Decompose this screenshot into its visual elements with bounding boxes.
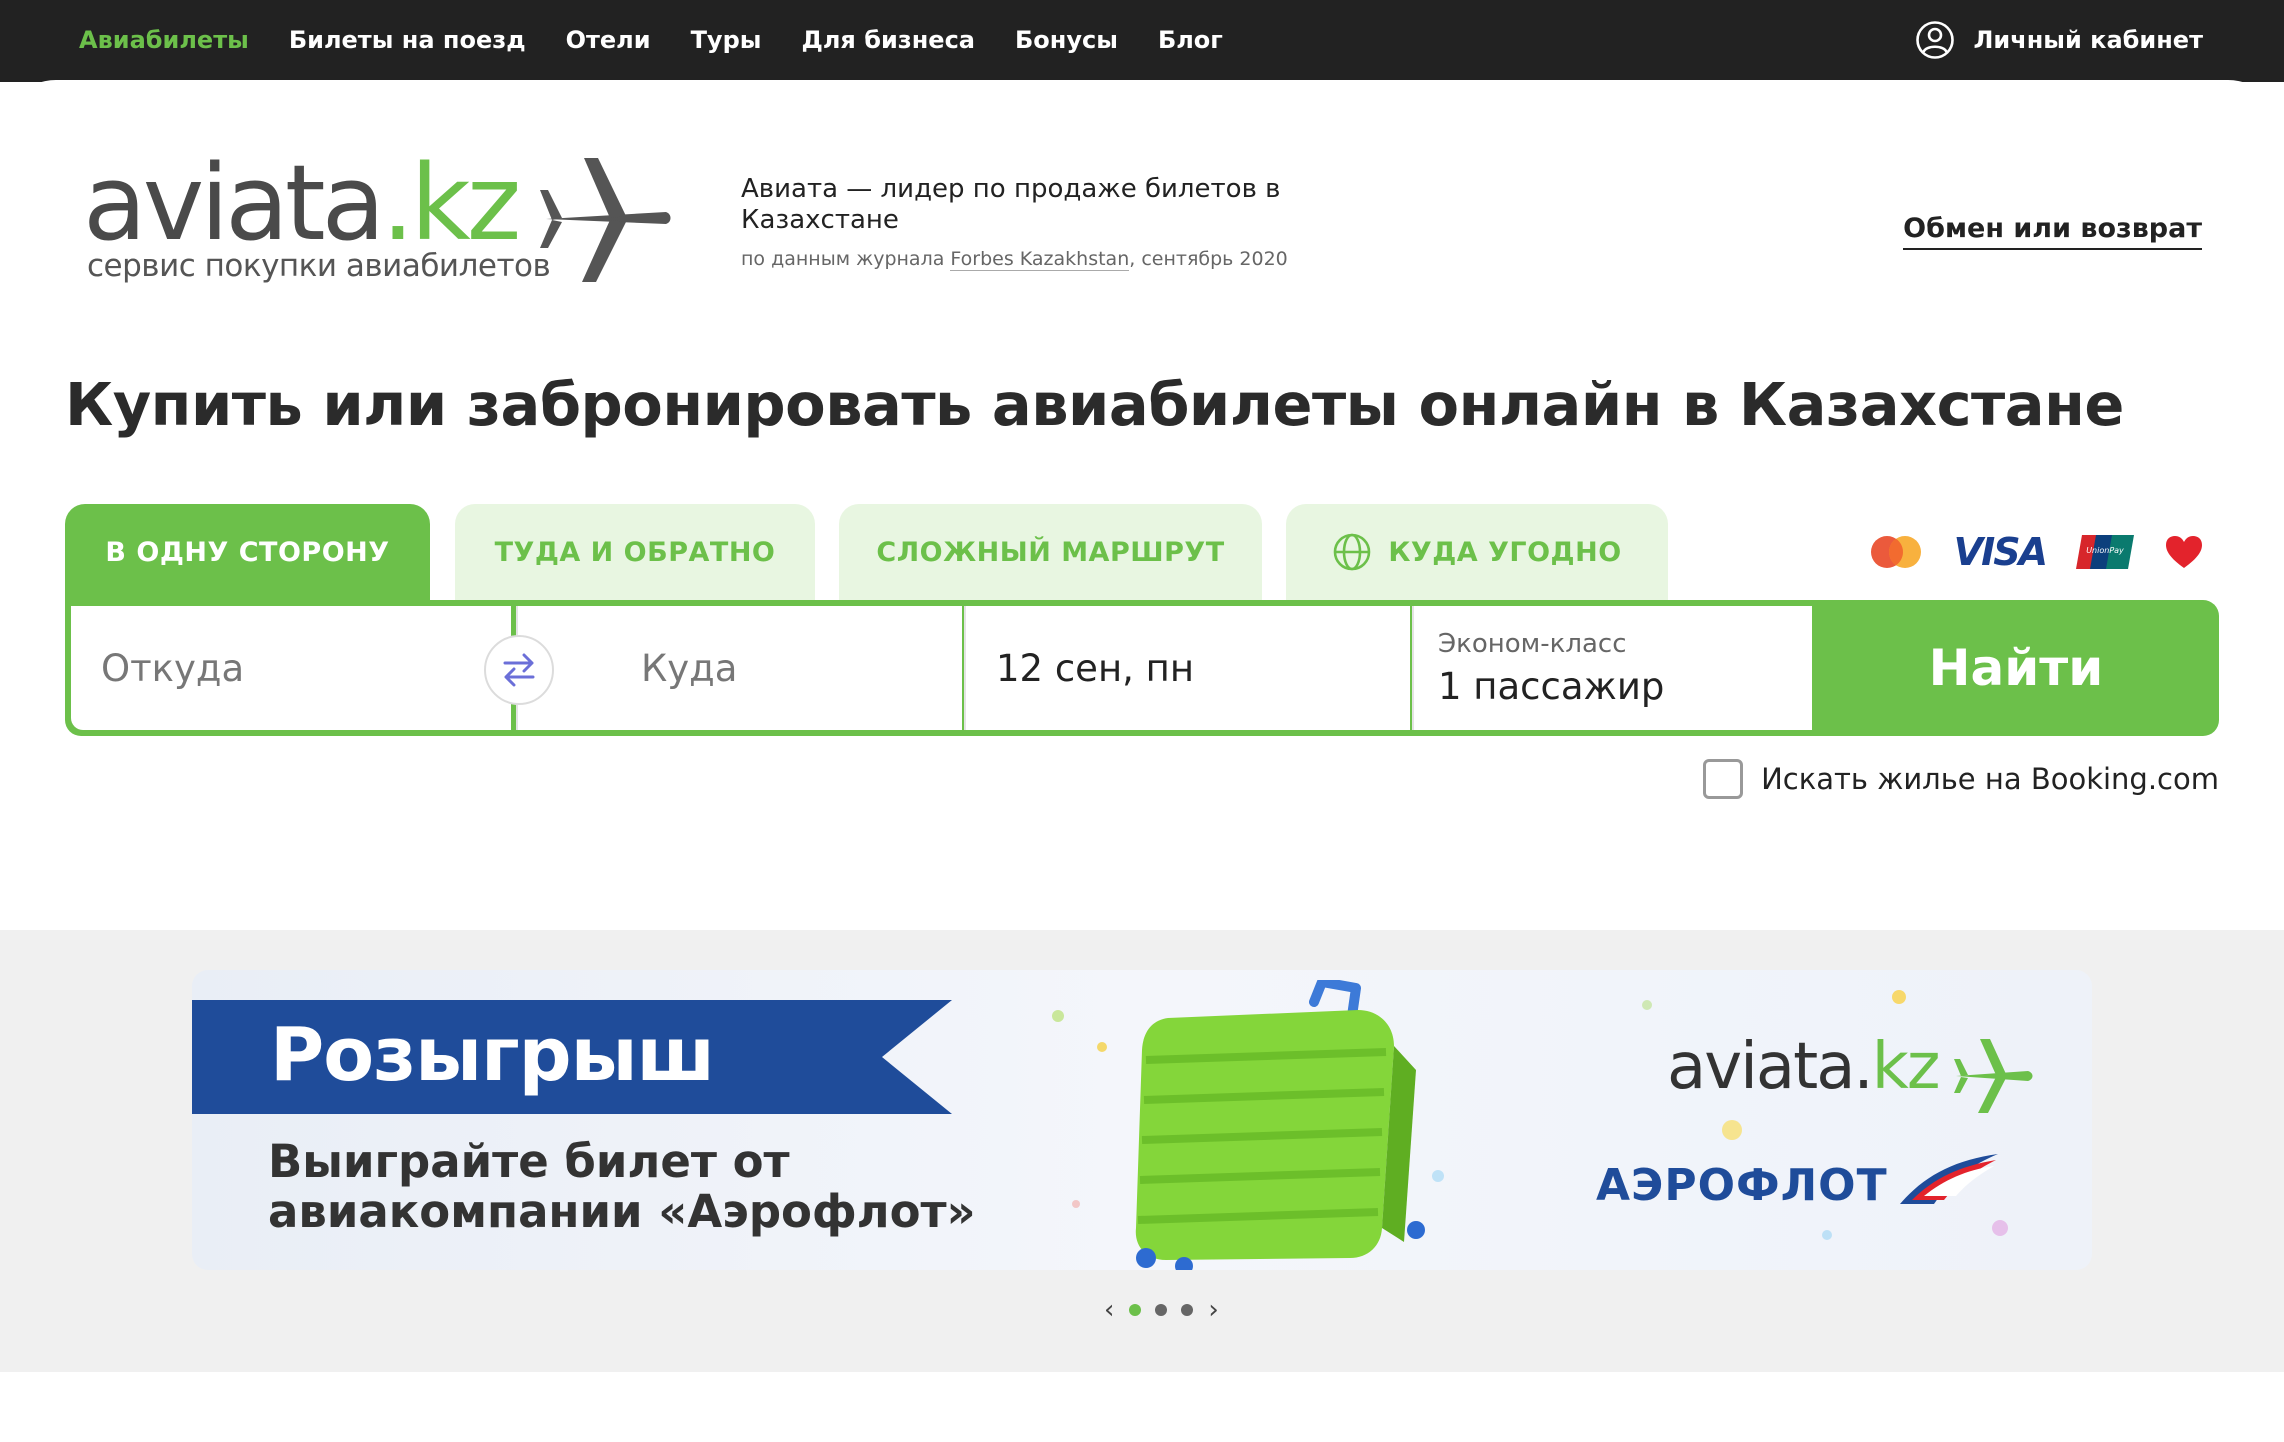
- exchange-return-link[interactable]: Обмен или возврат: [1903, 212, 2202, 250]
- carousel-prev-icon[interactable]: ‹: [1104, 1297, 1114, 1323]
- search-bar: Откуда Куда 12 сен, пн Эконом-класс 1 па…: [65, 600, 2219, 736]
- banner-airplane-icon: [1954, 1039, 2033, 1113]
- site-logo[interactable]: aviata.kz сервис покупки авиабилетов: [83, 148, 683, 298]
- user-circle-icon: [1916, 21, 1955, 59]
- passengers-value: 1 пассажир: [1438, 664, 1665, 708]
- date-value: 12 сен, пн: [996, 646, 1195, 690]
- unionpay-icon: UnionPay: [2076, 535, 2134, 569]
- lead-source: по данным журнала Forbes Kazakhstan, сен…: [741, 248, 1341, 271]
- logo-wordmark: aviata.kz: [83, 148, 521, 258]
- tab-round-trip-label: ТУДА И ОБРАТНО: [494, 536, 776, 568]
- nav-item-business[interactable]: Для бизнеса: [801, 0, 975, 80]
- booking-checkbox[interactable]: [1703, 759, 1744, 799]
- payment-logos: VISA UnionPay: [1838, 530, 2204, 574]
- from-field[interactable]: Откуда: [71, 606, 511, 730]
- tab-anywhere[interactable]: КУДА УГОДНО: [1286, 504, 1668, 600]
- tab-multi-city-label: СЛОЖНЫЙ МАРШРУТ: [876, 536, 1225, 568]
- top-navigation: Авиабилеты Билеты на поезд Отели Туры Дл…: [0, 0, 2284, 82]
- promo-subtitle-line1: Выиграйте билет от: [268, 1135, 790, 1188]
- heart-icon[interactable]: [2164, 534, 2204, 570]
- carousel-pager: ‹ ›: [1096, 1297, 1227, 1323]
- date-field[interactable]: 12 сен, пн: [964, 606, 1410, 730]
- unionpay-text: UnionPay: [2086, 546, 2124, 555]
- logo-name: aviata: [83, 142, 385, 264]
- swap-button[interactable]: [484, 635, 554, 705]
- logo-tld: kz: [410, 142, 521, 264]
- lead-source-suffix: , сентябрь 2020: [1129, 248, 1288, 270]
- nav-item-trains[interactable]: Билеты на поезд: [289, 0, 526, 80]
- banner-aviata-logo: aviata.kz: [1667, 1030, 1941, 1104]
- promo-subtitle-line2: авиакомпании «Аэрофлот»: [268, 1185, 976, 1238]
- suitcase-illustration: [1135, 980, 1425, 1270]
- page-title: Купить или забронировать авиабилеты онла…: [65, 370, 2124, 439]
- banner-logo-name: aviata.: [1667, 1030, 1874, 1104]
- promo-banner[interactable]: Розыгрыш Выиграйте билет от авиакомпании…: [192, 970, 2092, 1270]
- booking-checkbox-label: Искать жилье на Booking.com: [1761, 762, 2219, 796]
- visa-icon: VISA: [1953, 530, 2048, 574]
- nav-item-flights[interactable]: Авиабилеты: [79, 0, 249, 80]
- find-button[interactable]: Найти: [1813, 600, 2219, 736]
- carousel-dot[interactable]: [1155, 1304, 1168, 1316]
- nav-item-hotels[interactable]: Отели: [566, 0, 651, 80]
- promo-subtitle: Выиграйте билет от авиакомпании «Аэрофло…: [268, 1137, 976, 1237]
- logo-tagline: сервис покупки авиабилетов: [87, 248, 551, 284]
- page: Авиабилеты Билеты на поезд Отели Туры Дл…: [0, 0, 2284, 1442]
- tab-one-way-label: В ОДНУ СТОРОНУ: [105, 536, 390, 568]
- mastercard-icon: [1870, 536, 1921, 568]
- nav-item-blog[interactable]: Блог: [1158, 0, 1223, 80]
- tab-anywhere-label: КУДА УГОДНО: [1388, 536, 1622, 568]
- account-link[interactable]: Личный кабинет: [1915, 0, 2203, 80]
- lead-text: Авиата — лидер по продаже билетов в Каза…: [741, 174, 1281, 235]
- swap-arrows-icon: [503, 653, 535, 687]
- lead-block: Авиата — лидер по продаже билетов в Каза…: [741, 174, 1341, 271]
- promo-title: Розыгрыш: [270, 1012, 715, 1098]
- tab-one-way[interactable]: В ОДНУ СТОРОНУ: [65, 504, 430, 600]
- airplane-icon: [540, 158, 671, 282]
- carousel-dot[interactable]: [1181, 1304, 1194, 1316]
- promo-section: Розыгрыш Выиграйте билет от авиакомпании…: [0, 930, 2284, 1372]
- logo-dot: .: [381, 142, 414, 264]
- class-label: Эконом-класс: [1438, 628, 1627, 659]
- lead-source-prefix: по данным журнала: [741, 248, 951, 270]
- tab-round-trip[interactable]: ТУДА И ОБРАТНО: [455, 504, 815, 600]
- from-placeholder: Откуда: [101, 646, 245, 690]
- nav-links: Авиабилеты Билеты на поезд Отели Туры Дл…: [79, 0, 1263, 80]
- globe-icon: [1334, 533, 1371, 571]
- to-field[interactable]: Куда: [516, 606, 962, 730]
- banner-logo-tld: kz: [1871, 1030, 1941, 1104]
- nav-item-tours[interactable]: Туры: [691, 0, 762, 80]
- booking-option[interactable]: Искать жилье на Booking.com: [1703, 759, 2219, 799]
- nav-item-bonuses[interactable]: Бонусы: [1015, 0, 1118, 80]
- carousel-dot[interactable]: [1129, 1304, 1142, 1316]
- tab-multi-city[interactable]: СЛОЖНЫЙ МАРШРУТ: [839, 504, 1262, 600]
- account-label: Личный кабинет: [1973, 26, 2203, 54]
- forbes-link[interactable]: Forbes Kazakhstan: [950, 248, 1130, 271]
- aeroflot-flag-icon: [1900, 1154, 1998, 1204]
- passengers-field[interactable]: Эконом-класс 1 пассажир: [1412, 606, 1812, 730]
- aeroflot-logo: АЭРОФЛОТ: [1596, 1160, 1888, 1211]
- carousel-next-icon[interactable]: ›: [1208, 1297, 1218, 1323]
- to-placeholder: Куда: [641, 646, 738, 690]
